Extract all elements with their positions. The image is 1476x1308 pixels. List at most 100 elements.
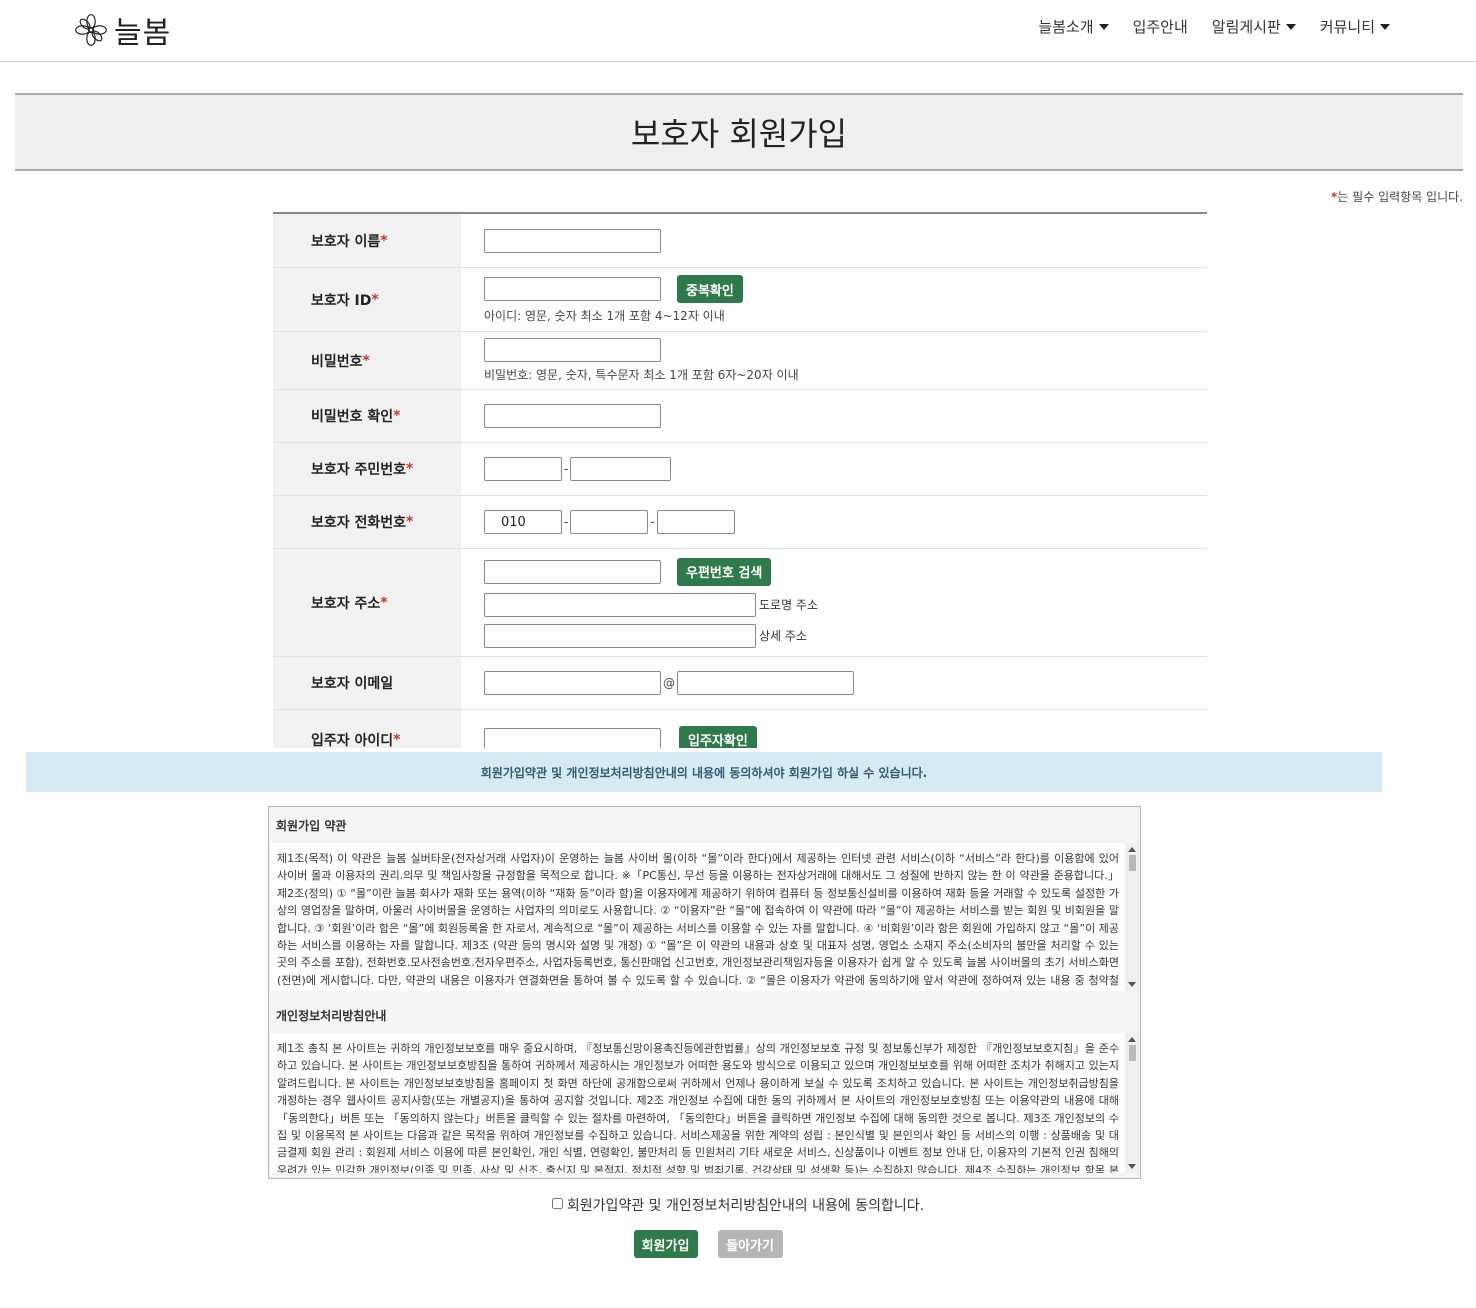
scroll-thumb[interactable] — [1129, 1045, 1136, 1061]
resident-id-input[interactable] — [484, 727, 661, 748]
email-local-input[interactable] — [484, 671, 661, 695]
agreement-checkbox[interactable] — [551, 1197, 563, 1209]
privacy-content: 제1조 총칙 본 사이트는 귀하의 개인정보보호를 매우 중요시하며, 『정보통… — [277, 1042, 1119, 1173]
label-text: 비밀번호 — [311, 353, 363, 370]
email-domain-input[interactable] — [677, 671, 854, 695]
signup-form: 보호자 이름 * 보호자 ID * 중복확인 아이디: 영문, 숫자 최소 1개 포… — [273, 212, 1207, 748]
agreement-banner: 회원가입약관 및 개인정보처리방침안내의 내용에 동의하셔야 회원가입 하실 수… — [26, 752, 1382, 792]
zipcode-search-button[interactable]: 우편번호 검색 — [677, 557, 772, 586]
required-mark: * — [380, 594, 388, 611]
form-row-password: 비밀번호 * 비밀번호: 영문, 숫자, 특수문자 최소 1개 포함 6자~20자… — [273, 332, 1207, 390]
separator: - — [564, 515, 569, 529]
main-nav: 늘봄소개 입주안내 알림게시판 커뮤니티 — [1038, 16, 1390, 37]
nav-item-label: 알림게시판 — [1211, 18, 1281, 36]
brand-name: 늘봄 — [114, 16, 172, 51]
scroll-thumb[interactable] — [1129, 855, 1136, 871]
label-text: 입주자 아이디 — [311, 732, 394, 749]
scroll-down-icon[interactable] — [1128, 1164, 1136, 1169]
page-title-band: 보호자 회원가입 — [15, 93, 1463, 171]
resident-check-button[interactable]: 입주자확인 — [679, 725, 757, 748]
privacy-scrollbar[interactable] — [1125, 1033, 1139, 1173]
required-note-text: 는 필수 입력항목 입니다. — [1337, 190, 1463, 204]
id-hint: 아이디: 영문, 숫자 최소 1개 포함 4~12자 이내 — [484, 309, 725, 323]
join-button[interactable]: 회원가입 — [633, 1230, 698, 1258]
road-address-label: 도로명 주소 — [759, 598, 819, 612]
resident-number-front-input[interactable] — [484, 457, 562, 481]
terms-scrollbar[interactable] — [1125, 843, 1139, 991]
zipcode-input[interactable] — [484, 559, 661, 584]
form-row-resident-number: 보호자 주민번호 * - — [273, 443, 1207, 496]
label-text: 보호자 주민번호 — [311, 462, 407, 478]
caret-down-icon — [1285, 23, 1296, 30]
caret-down-icon — [1098, 23, 1109, 30]
required-mark: * — [380, 232, 388, 249]
road-address-input[interactable] — [484, 592, 756, 617]
field-label: 보호자 주민번호 * — [273, 443, 461, 495]
terms-content: 제1조(목적) 이 약관은 늘봄 실버타운(전자상거래 사업자)이 운영하는 늘… — [277, 852, 1120, 987]
required-mark: * — [371, 291, 379, 308]
password-hint: 비밀번호: 영문, 숫자, 특수문자 최소 1개 포함 6자~20자 이내 — [484, 368, 799, 382]
detail-address-input[interactable] — [484, 623, 756, 648]
required-mark: * — [406, 514, 414, 530]
field-label: 비밀번호 * — [273, 332, 461, 389]
form-actions: 회원가입 돌아가기 — [0, 1230, 1446, 1258]
flower-logo-icon — [75, 14, 107, 46]
detail-address-label: 상세 주소 — [759, 629, 807, 643]
agreement-checkbox-row[interactable]: 회원가입약관 및 개인정보처리방침안내의 내용에 동의합니다. — [0, 1195, 1476, 1215]
scroll-up-icon[interactable] — [1128, 1037, 1136, 1042]
password-input[interactable] — [484, 338, 661, 362]
nav-item-label: 커뮤니티 — [1319, 18, 1375, 36]
required-mark: * — [362, 352, 370, 369]
label-text: 보호자 주소 — [311, 595, 381, 612]
label-text: 보호자 이메일 — [311, 676, 394, 692]
phone-middle-input[interactable] — [570, 510, 649, 534]
form-row-resident-id: 입주자 아이디 * 입주자확인 — [273, 710, 1207, 748]
required-note: *는 필수 입력항목 입니다. — [1331, 188, 1463, 205]
form-row-phone: 보호자 전화번호* - - — [273, 496, 1207, 549]
terms-container: 회원가입 약관 제1조(목적) 이 약관은 늘봄 실버타운(전자상거래 사업자)… — [268, 806, 1141, 1179]
label-text: 보호자 ID — [311, 292, 372, 309]
required-mark: * — [393, 408, 401, 424]
form-row-email: 보호자 이메일 @ — [273, 657, 1207, 710]
privacy-textarea[interactable]: 제1조 총칙 본 사이트는 귀하의 개인정보보호를 매우 중요시하며, 『정보통… — [270, 1033, 1139, 1173]
scroll-up-icon[interactable] — [1128, 847, 1136, 852]
nav-item-label: 입주안내 — [1132, 18, 1188, 36]
label-text: 보호자 전화번호 — [311, 515, 407, 531]
terms-title: 회원가입 약관 — [276, 818, 347, 833]
scroll-down-icon[interactable] — [1128, 982, 1136, 987]
form-row-guardian-name: 보호자 이름 * — [273, 214, 1207, 268]
back-button[interactable]: 돌아가기 — [717, 1230, 783, 1258]
required-mark: * — [406, 461, 414, 477]
duplicate-check-button[interactable]: 중복확인 — [677, 275, 743, 303]
guardian-name-input[interactable] — [484, 228, 661, 253]
caret-down-icon — [1380, 23, 1390, 30]
nav-item-label: 늘봄소개 — [1038, 18, 1094, 36]
top-navbar: 늘봄 늘봄소개 입주안내 알림게시판 커뮤니티 — [0, 0, 1476, 62]
at-sign: @ — [663, 676, 675, 690]
field-label: 보호자 ID * — [273, 268, 461, 331]
resident-number-back-input[interactable] — [570, 457, 672, 481]
required-mark: * — [393, 731, 401, 748]
nav-item-community[interactable]: 커뮤니티 — [1320, 16, 1390, 37]
field-label: 입주자 아이디 * — [273, 710, 461, 748]
agreement-checkbox-label: 회원가입약관 및 개인정보처리방침안내의 내용에 동의합니다. — [566, 1198, 925, 1214]
password-confirm-input[interactable] — [484, 404, 661, 428]
privacy-title: 개인정보처리방침안내 — [276, 1008, 387, 1023]
nav-item-admission[interactable]: 입주안내 — [1133, 16, 1188, 37]
terms-textarea[interactable]: 제1조(목적) 이 약관은 늘봄 실버타운(전자상거래 사업자)이 운영하는 늘… — [270, 843, 1139, 991]
guardian-id-input[interactable] — [484, 277, 661, 301]
field-label: 비밀번호 확인 * — [273, 390, 461, 442]
nav-item-notice-board[interactable]: 알림게시판 — [1212, 16, 1296, 37]
separator: - — [650, 515, 655, 529]
form-row-address: 보호자 주소 * 우편번호 검색 도로명 주소 상세 주소 — [273, 549, 1207, 657]
brand-logo[interactable]: 늘봄 — [74, 8, 171, 52]
field-label: 보호자 이름 * — [273, 214, 461, 267]
page-title: 보호자 회원가입 — [630, 115, 848, 153]
separator: - — [564, 462, 569, 476]
label-text: 보호자 이름 — [311, 233, 381, 250]
phone-last-input[interactable] — [656, 510, 735, 534]
phone-prefix-input[interactable] — [484, 510, 562, 534]
nav-item-about[interactable]: 늘봄소개 — [1038, 16, 1109, 37]
field-label: 보호자 주소 * — [273, 549, 461, 656]
field-label: 보호자 이메일 — [273, 657, 461, 709]
